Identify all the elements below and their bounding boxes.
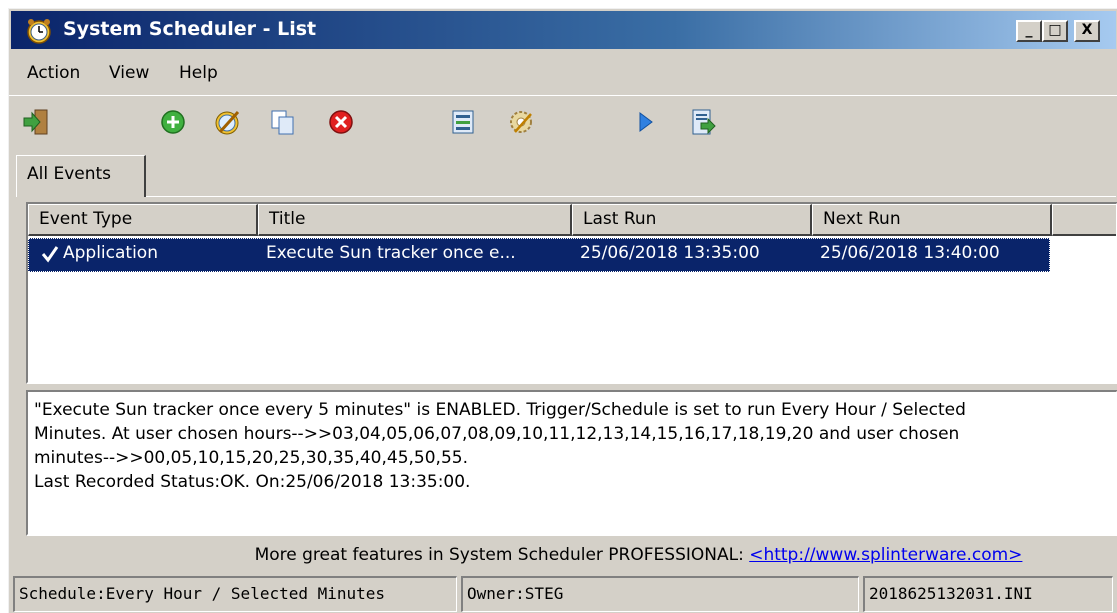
description-line-3: minutes-->>00,05,10,15,20,25,30,35,40,45… [34,448,468,468]
delete-event-icon[interactable] [325,106,357,138]
add-event-icon[interactable] [157,106,189,138]
menu-view[interactable]: View [109,63,149,83]
menu-action[interactable]: Action [27,63,80,83]
edit-event-icon[interactable] [212,106,244,138]
list-header: Event Type Title Last Run Next Run [28,204,1116,236]
cell-event-type: Application [63,243,158,263]
status-owner: Owner:STEG [461,576,859,612]
description-line-2: Minutes. At user chosen hours-->>03,04,0… [34,424,960,444]
run-icon[interactable] [629,106,661,138]
exit-icon[interactable] [21,106,53,138]
column-header-last-run[interactable]: Last Run [572,204,812,236]
column-header-filler [1052,204,1116,236]
tab-strip: All Events [9,149,1117,197]
close-button[interactable]: X [1074,20,1100,42]
column-header-title[interactable]: Title [258,204,572,236]
tab-all-events[interactable]: All Events [16,155,146,197]
menu-help[interactable]: Help [179,63,218,83]
menu-bar: Action View Help [9,55,1117,91]
copy-event-icon[interactable] [267,106,299,138]
description-line-1: "Execute Sun tracker once every 5 minute… [34,400,966,420]
status-schedule: Schedule:Every Hour / Selected Minutes [13,576,457,612]
promo-banner: More great features in System Scheduler … [9,545,1117,565]
cell-title: Execute Sun tracker once e... [266,243,516,263]
event-description[interactable]: "Execute Sun tracker once every 5 minute… [26,390,1117,536]
alarm-clock-icon [27,19,51,44]
export-icon[interactable] [687,106,719,138]
cell-last-run: 25/06/2018 13:35:00 [580,243,760,263]
window-title: System Scheduler - List [63,18,317,40]
column-header-next-run[interactable]: Next Run [812,204,1052,236]
status-file: 2018625132031.INI [863,576,1113,612]
table-row[interactable]: Application Execute Sun tracker once e..… [28,238,1050,272]
promo-text: More great features in System Scheduler … [254,545,750,565]
column-header-event-type[interactable]: Event Type [28,204,258,236]
tab-divider [146,196,1116,197]
checkmark-icon[interactable] [41,244,59,264]
minimize-button[interactable]: _ [1016,20,1042,42]
tab-label: All Events [27,164,112,184]
description-line-4: Last Recorded Status:OK. On:25/06/2018 1… [34,472,471,492]
properties-icon[interactable] [447,106,479,138]
toolbar [9,95,1117,147]
settings-icon[interactable] [505,106,537,138]
promo-link[interactable]: <http://www.splinterware.com> [749,545,1022,565]
maximize-button[interactable]: □ [1042,20,1068,42]
event-list[interactable]: Event Type Title Last Run Next Run Appli… [26,202,1117,384]
cell-next-run: 25/06/2018 13:40:00 [820,243,1000,263]
title-bar[interactable]: System Scheduler - List _ □ X [11,11,1116,49]
app-window: System Scheduler - List _ □ X Action Vie… [8,8,1117,613]
